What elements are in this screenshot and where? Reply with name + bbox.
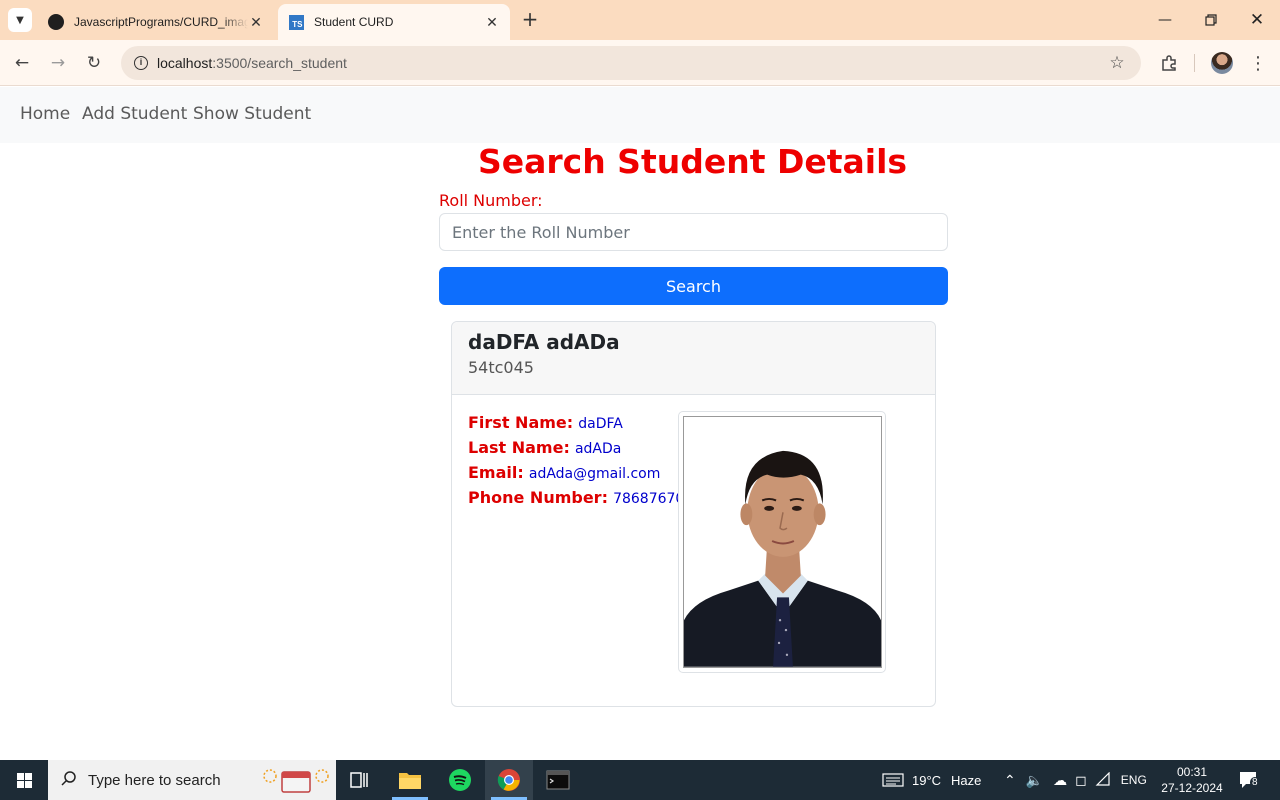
github-icon (48, 14, 64, 30)
student-card: daDFA adADa 54tc045 First Name: daDFA La… (451, 321, 936, 707)
arrow-right-icon: → (50, 53, 66, 73)
first-name-row: First Name: daDFA (468, 413, 623, 432)
taskbar-clock[interactable]: 00:31 27-12-2024 (1160, 764, 1224, 796)
last-name-label: Last Name: (468, 438, 570, 457)
notification-center-button[interactable]: 8 (1238, 770, 1260, 790)
profile-button[interactable] (1208, 49, 1236, 77)
taskbar-search-placeholder: Type here to search (88, 772, 221, 789)
close-tab-icon[interactable]: ✕ (248, 14, 264, 31)
windows-logo-icon (16, 772, 32, 788)
first-name-label: First Name: (468, 413, 574, 432)
typescript-icon: TS (288, 14, 304, 30)
taskbar-search-box[interactable]: Type here to search (48, 760, 336, 800)
browser-tab-student-curd[interactable]: TS Student CURD ✕ (278, 4, 510, 40)
search-button[interactable]: Search (439, 267, 948, 305)
reload-button[interactable]: ↻ (80, 49, 108, 77)
weather-description: Haze (951, 772, 982, 788)
haze-weather-icon (882, 773, 904, 787)
address-bar[interactable]: i localhost:3500/search_student ☆ (121, 46, 1141, 80)
tab-title: JavascriptPrograms/CURD_image (74, 15, 248, 29)
student-photo (678, 411, 886, 673)
restore-icon (1205, 14, 1217, 26)
url-path: :3500/search_student (212, 55, 347, 71)
student-portrait-image (683, 416, 882, 668)
file-explorer-button[interactable] (386, 760, 434, 800)
spotify-icon (449, 769, 471, 791)
site-info-button[interactable]: i (129, 51, 153, 75)
restore-button[interactable] (1188, 0, 1234, 40)
terminal-icon (546, 770, 570, 790)
spotify-button[interactable] (436, 760, 484, 800)
tab-search-button[interactable]: ▼ (8, 8, 32, 32)
calendar-doodle-icon (263, 769, 329, 793)
student-full-name: daDFA adADa (468, 330, 620, 354)
info-icon: i (134, 56, 148, 70)
browser-toolbar: ← → ↻ i localhost:3500/search_student ☆ … (0, 40, 1280, 86)
language-indicator[interactable]: ENG (1121, 773, 1147, 787)
task-view-icon (350, 772, 368, 788)
chrome-icon (497, 769, 520, 791)
last-name-value: adADa (574, 441, 622, 457)
tab-title: Student CURD (314, 15, 394, 29)
notification-count: 8 (1250, 777, 1260, 788)
student-roll-number: 54tc045 (468, 358, 534, 377)
clock-date: 27-12-2024 (1161, 781, 1223, 795)
minimize-button[interactable]: — (1142, 0, 1188, 40)
nav-link-show-student[interactable]: Show Student (193, 104, 311, 124)
wifi-icon[interactable] (1095, 771, 1111, 789)
windows-taskbar: Type here to search 19°C Haze ⌃ 🔈 ☁ ◻ EN… (0, 760, 1280, 800)
weather-widget[interactable]: 19°C Haze (882, 760, 981, 800)
clock-time: 00:31 (1176, 765, 1208, 779)
avatar (1211, 52, 1233, 74)
task-view-button[interactable] (336, 760, 384, 800)
reload-icon: ↻ (86, 53, 102, 73)
browser-tab-strip: ▼ JavascriptPrograms/CURD_image ✕ TS Stu… (0, 0, 1280, 40)
close-tab-icon[interactable]: ✕ (484, 14, 500, 31)
back-button[interactable]: ← (8, 49, 36, 77)
roll-number-input[interactable] (439, 213, 948, 251)
forward-button[interactable]: → (44, 49, 72, 77)
browser-menu-button[interactable]: ⋮ (1244, 49, 1272, 77)
chevron-down-icon: ▼ (16, 14, 24, 26)
browser-tab-github[interactable]: JavascriptPrograms/CURD_image ✕ (38, 4, 274, 40)
bookmark-star-icon[interactable]: ☆ (1105, 51, 1129, 75)
last-name-row: Last Name: adADa (468, 438, 621, 457)
url-text: localhost:3500/search_student (157, 55, 347, 71)
puzzle-icon (1162, 55, 1176, 71)
kebab-menu-icon: ⋮ (1249, 52, 1267, 74)
roll-number-label: Roll Number: (439, 191, 543, 210)
nav-link-home[interactable]: Home (20, 104, 70, 124)
terminal-button[interactable] (534, 760, 582, 800)
new-tab-button[interactable]: + (518, 8, 542, 32)
close-window-button[interactable]: ✕ (1234, 0, 1280, 40)
email-value: adAda@gmail.com (528, 466, 661, 482)
system-tray-icons: ⌃ 🔈 ☁ ◻ ENG (1004, 760, 1147, 800)
url-host: localhost (157, 55, 213, 71)
start-button[interactable] (0, 760, 48, 800)
email-row: Email: adAda@gmail.com (468, 463, 660, 482)
page-title: Search Student Details (477, 142, 908, 181)
weather-temperature: 19°C (912, 772, 942, 788)
speaker-icon[interactable]: 🔈 (1026, 772, 1043, 789)
first-name-value: daDFA (578, 416, 623, 432)
arrow-left-icon: ← (14, 53, 30, 73)
phone-label: Phone Number: (468, 488, 608, 507)
extensions-button[interactable] (1155, 49, 1183, 77)
email-label: Email: (468, 463, 524, 482)
phone-row: Phone Number: 7868767010 (468, 488, 702, 507)
chrome-button[interactable] (485, 760, 533, 800)
student-card-header: daDFA adADa 54tc045 (452, 322, 935, 395)
chevron-up-icon[interactable]: ⌃ (1004, 772, 1016, 789)
folder-icon (399, 773, 421, 789)
nav-link-add-student[interactable]: Add Student (82, 104, 187, 124)
site-navbar: Home Add Student Show Student (0, 87, 1280, 143)
toolbar-divider (1194, 54, 1195, 72)
search-icon (60, 770, 78, 788)
camera-icon[interactable]: ◻ (1075, 772, 1087, 789)
cloud-icon[interactable]: ☁ (1053, 772, 1067, 789)
